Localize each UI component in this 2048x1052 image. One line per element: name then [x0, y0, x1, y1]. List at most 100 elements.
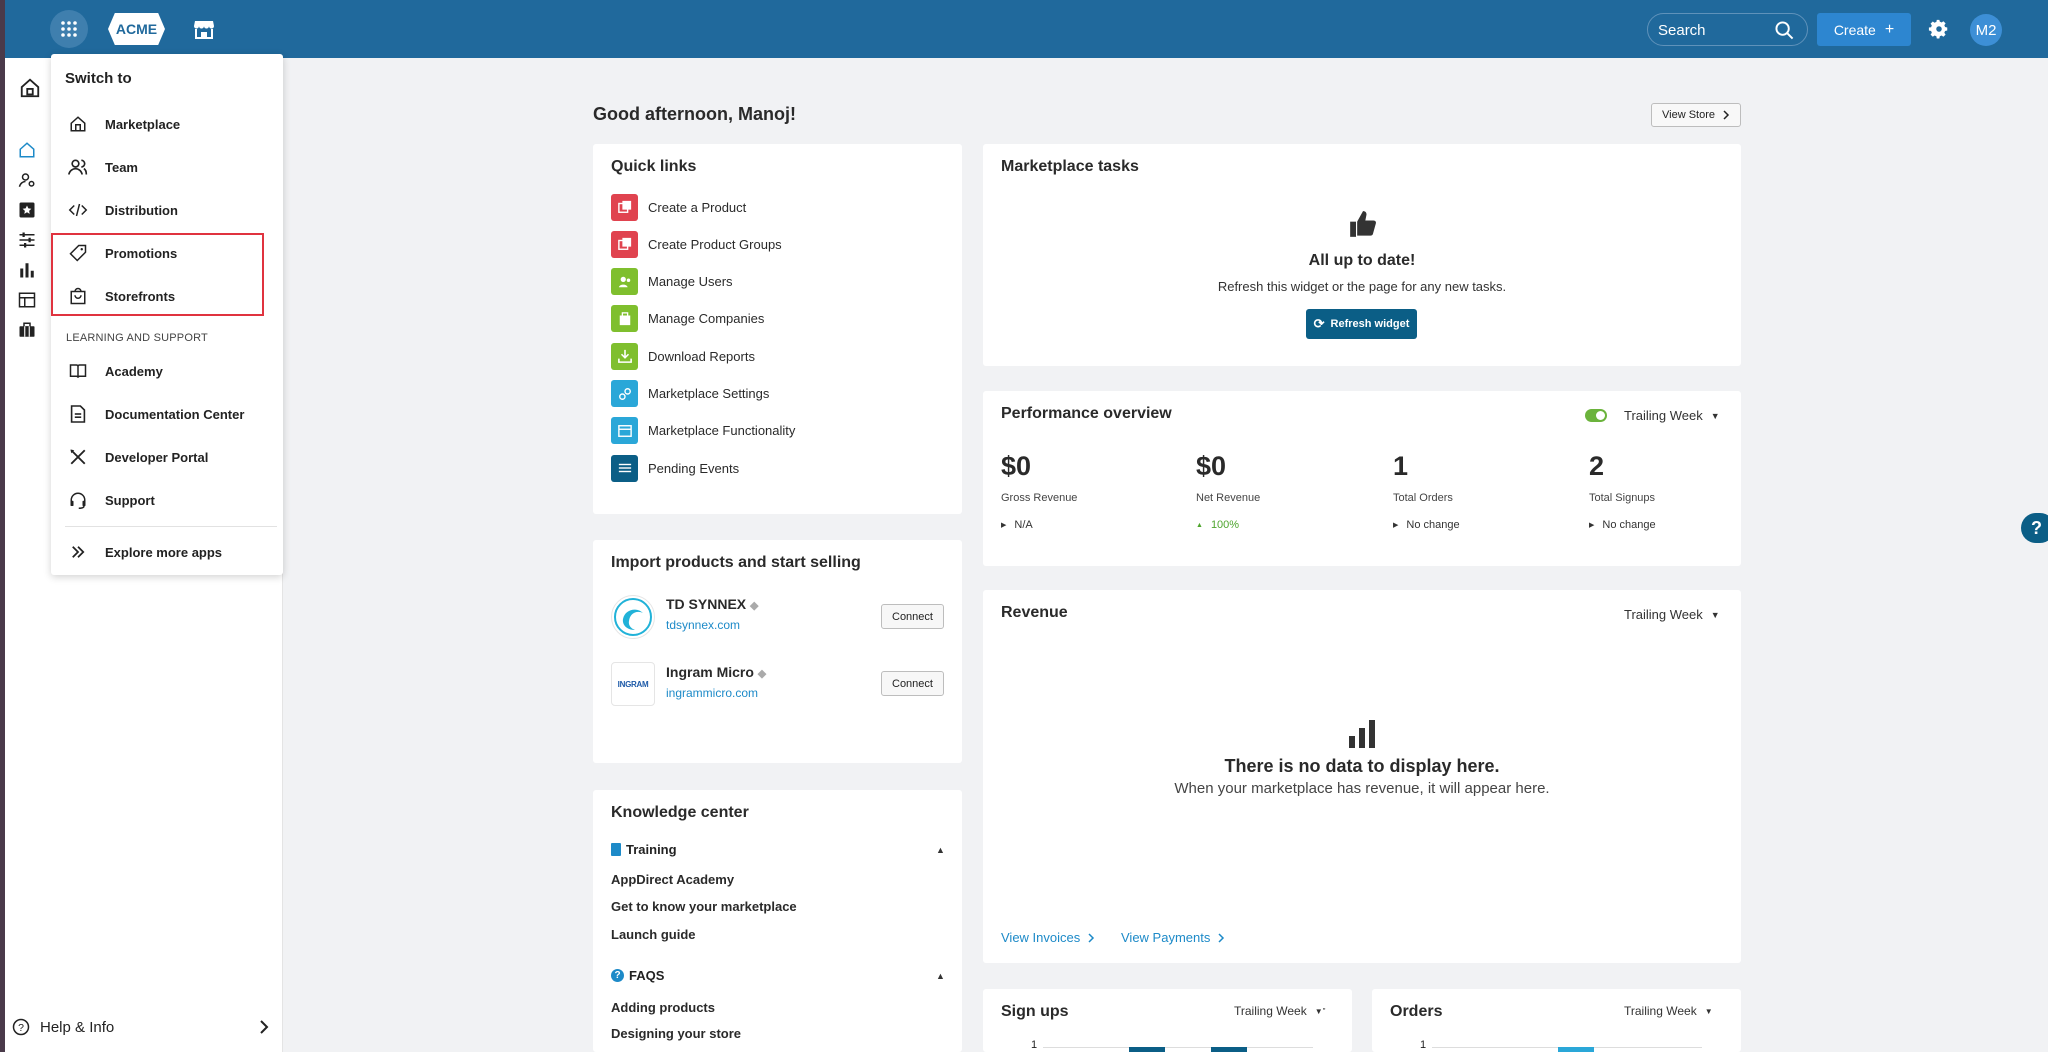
metric-value: 2 — [1589, 451, 1605, 481]
kc-link[interactable]: Designing your store — [611, 1026, 741, 1041]
plus-icon: + — [1884, 20, 1895, 38]
connect-button[interactable]: Connect — [881, 604, 944, 629]
caret-up-icon: ▲ — [1196, 521, 1203, 529]
caret-down-icon: ▼ — [1704, 1006, 1713, 1016]
switch-item-support[interactable]: Support — [51, 482, 283, 518]
revenue-empty-text: When your marketplace has revenue, it wi… — [1174, 780, 1550, 797]
create-button[interactable]: Create + — [1817, 13, 1911, 46]
distributor-name: TD SYNNEX ◆ — [666, 596, 759, 612]
quick-link-item[interactable]: Manage Users — [611, 268, 733, 296]
quick-link-label: Create Product Groups — [648, 236, 782, 252]
highlight-annotation — [51, 233, 264, 316]
book-icon — [67, 360, 89, 382]
quick-link-item[interactable]: Create a Product — [611, 193, 746, 221]
collapse-caret-icon[interactable]: ▲ — [936, 971, 945, 981]
create-product-icon — [611, 193, 638, 221]
tasks-status-text: Refresh this widget or the page for any … — [1217, 279, 1507, 294]
view-payments-link[interactable]: View Payments — [1121, 930, 1225, 945]
help-info-label: Help & Info — [40, 1018, 115, 1036]
metric-change: ▶ No change — [1589, 519, 1656, 531]
quick-link-item[interactable]: Download Reports — [611, 342, 755, 370]
quick-link-item[interactable]: Manage Companies — [611, 305, 764, 333]
period-dropdown[interactable]: Trailing Week ▼ — [1624, 1004, 1713, 1018]
collapse-caret-icon[interactable]: ▲ — [936, 845, 945, 855]
distributor-name: Ingram Micro ◆ — [666, 664, 767, 680]
metric-change: ▶ N/A — [1001, 519, 1033, 531]
faqs-section-header[interactable]: ? FAQS — [611, 968, 664, 983]
app-switcher-button[interactable] — [50, 10, 88, 48]
layout-icon[interactable] — [18, 291, 36, 309]
switch-item-label: Team — [105, 159, 138, 175]
card-title: Quick links — [611, 158, 697, 175]
home-icon[interactable] — [18, 141, 36, 159]
distributor-url[interactable]: ingrammicro.com — [666, 686, 758, 700]
sliders-icon[interactable] — [18, 231, 36, 249]
period-dropdown[interactable]: Trailing Week ▼ — [1624, 607, 1720, 622]
quick-link-item[interactable]: Marketplace Settings — [611, 380, 769, 407]
diamond-icon: ◆ — [750, 600, 759, 612]
storefront-icon[interactable] — [192, 17, 216, 41]
period-dropdown[interactable]: Trailing Week ▼" — [1234, 1004, 1325, 1018]
caret-right-icon: ▶ — [1393, 522, 1399, 529]
help-bubble-button[interactable]: ? — [2021, 513, 2048, 543]
companies-icon — [611, 305, 638, 333]
thumbs-up-icon — [1350, 211, 1376, 237]
td-synnex-logo — [611, 595, 655, 639]
quick-link-item[interactable]: Pending Events — [611, 454, 740, 482]
marketplace-home-icon[interactable] — [19, 77, 41, 99]
view-store-button[interactable]: View Store — [1651, 103, 1741, 127]
refresh-icon: ⟳ — [1313, 316, 1325, 331]
switch-item-documentation[interactable]: Documentation Center — [51, 396, 283, 432]
caret-right-icon: ▶ — [1001, 522, 1007, 529]
users-icon[interactable] — [18, 171, 36, 189]
period-dropdown[interactable]: Trailing Week ▼ — [1624, 408, 1720, 423]
kc-link[interactable]: AppDirect Academy — [611, 872, 734, 887]
kc-link[interactable]: Adding products — [611, 1000, 715, 1015]
search-input[interactable] — [1658, 20, 1768, 40]
switch-item-academy[interactable]: Academy — [51, 353, 283, 389]
search-box[interactable] — [1647, 13, 1808, 46]
kc-link[interactable]: Get to know your marketplace — [611, 899, 797, 914]
switch-item-label: Support — [105, 492, 155, 508]
view-invoices-link[interactable]: View Invoices — [1001, 930, 1095, 945]
search-icon[interactable] — [1775, 21, 1794, 40]
toggle-switch[interactable] — [1585, 409, 1607, 422]
switch-item-team[interactable]: Team — [51, 149, 283, 185]
users-icon — [611, 268, 638, 296]
quick-link-item[interactable]: Create Product Groups — [611, 230, 782, 258]
y-axis-tick: 1 — [1420, 1039, 1427, 1051]
download-icon — [611, 342, 638, 370]
caret-down-icon: ▼ — [1710, 609, 1720, 620]
chevron-right-icon — [1723, 110, 1730, 120]
metric-value: 1 — [1393, 451, 1409, 481]
refresh-widget-button[interactable]: ⟳ Refresh widget — [1306, 309, 1417, 339]
switch-item-marketplace[interactable]: Marketplace — [51, 106, 283, 142]
metric-change: ▲ 100% — [1196, 519, 1240, 531]
chart-bar — [1129, 1047, 1165, 1052]
metric-label: Total Signups — [1589, 492, 1656, 504]
help-circle-icon: ? — [611, 969, 624, 982]
training-section-header[interactable]: Training — [611, 842, 677, 857]
chevron-right-icon[interactable] — [258, 1020, 270, 1034]
quick-links-card: Quick links Create a Product Create Produ… — [593, 144, 962, 514]
switch-item-label: Distribution — [105, 202, 178, 218]
user-avatar[interactable]: M2 — [1970, 14, 2002, 46]
switch-item-developer-portal[interactable]: Developer Portal — [51, 439, 283, 475]
briefcase-icon[interactable] — [18, 321, 36, 339]
help-info-link[interactable]: ? Help & Info — [12, 1018, 114, 1036]
marketplace-icon — [67, 113, 89, 135]
switch-item-label: Documentation Center — [105, 406, 245, 422]
explore-more-apps[interactable]: Explore more apps — [51, 534, 283, 570]
import-products-card: Import products and start selling TD SYN… — [593, 540, 962, 763]
quick-link-label: Pending Events — [648, 460, 740, 476]
acme-logo[interactable]: ACME — [108, 13, 165, 45]
chevron-right-icon — [1088, 932, 1095, 943]
bar-chart-icon[interactable] — [18, 261, 36, 279]
quick-link-item[interactable]: Marketplace Functionality — [611, 417, 795, 445]
gear-icon[interactable] — [1928, 18, 1950, 40]
connect-button[interactable]: Connect — [881, 671, 944, 696]
distributor-url[interactable]: tdsynnex.com — [666, 618, 740, 632]
star-icon[interactable] — [18, 201, 36, 219]
switch-item-distribution[interactable]: Distribution — [51, 192, 283, 228]
kc-link[interactable]: Launch guide — [611, 927, 696, 942]
